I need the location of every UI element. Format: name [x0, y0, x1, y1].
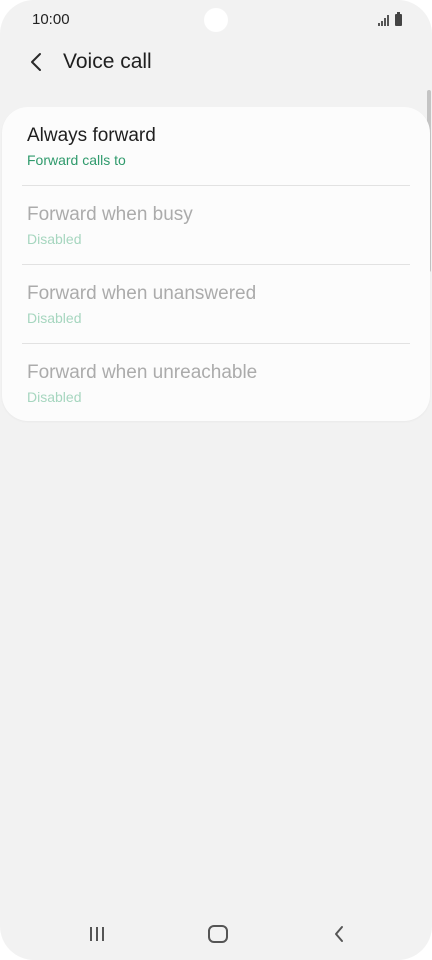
list-item-subtitle: Disabled — [27, 310, 82, 326]
list-item-title: Forward when busy — [27, 204, 193, 225]
list-item-title: Forward when unanswered — [27, 283, 257, 304]
home-icon — [208, 925, 228, 943]
signal-icon — [378, 14, 389, 26]
battery-icon — [395, 12, 402, 26]
page-title: Voice call — [63, 50, 152, 73]
list-item-always-forward[interactable]: Always forward Forward calls to — [2, 107, 430, 185]
list-item-subtitle: Disabled — [27, 231, 82, 247]
list-item-forward-when-unanswered[interactable]: Forward when unanswered Disabled — [2, 265, 430, 343]
camera-cutout — [204, 8, 228, 32]
status-time: 10:00 — [32, 11, 70, 28]
phone-screen: 10:00 Voice call Always forward Forward … — [0, 0, 432, 960]
forwarding-options-card: Always forward Forward calls to Forward … — [2, 107, 430, 421]
list-item-subtitle: Disabled — [27, 389, 82, 405]
list-item-title: Forward when unreachable — [27, 362, 258, 383]
list-item-forward-when-unreachable[interactable]: Forward when unreachable Disabled — [2, 344, 430, 422]
status-icons — [378, 12, 402, 26]
recent-apps-button[interactable] — [73, 916, 121, 952]
status-bar: 10:00 — [0, 0, 432, 40]
chevron-left-icon — [31, 53, 41, 71]
recent-apps-icon — [90, 927, 104, 941]
back-icon — [335, 926, 343, 942]
list-item-title: Always forward — [27, 125, 156, 146]
list-item-subtitle: Forward calls to — [27, 152, 126, 168]
list-item-forward-when-busy[interactable]: Forward when busy Disabled — [2, 186, 430, 264]
app-bar: Voice call — [0, 40, 432, 84]
system-back-button[interactable] — [315, 916, 363, 952]
home-button[interactable] — [194, 916, 242, 952]
back-button[interactable] — [20, 44, 52, 80]
navigation-bar — [0, 906, 432, 960]
